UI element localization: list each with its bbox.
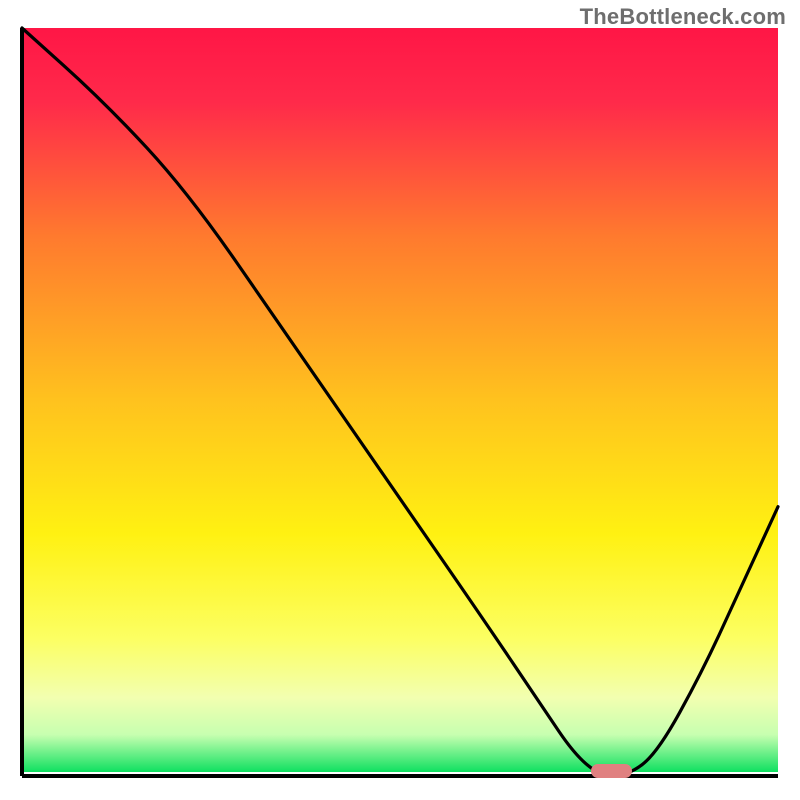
bottleneck-chart [0, 0, 800, 800]
gradient-plot-area [22, 28, 778, 772]
watermark-text: TheBottleneck.com [580, 4, 786, 30]
optimal-range-marker [591, 764, 633, 778]
chart-container: TheBottleneck.com [0, 0, 800, 800]
